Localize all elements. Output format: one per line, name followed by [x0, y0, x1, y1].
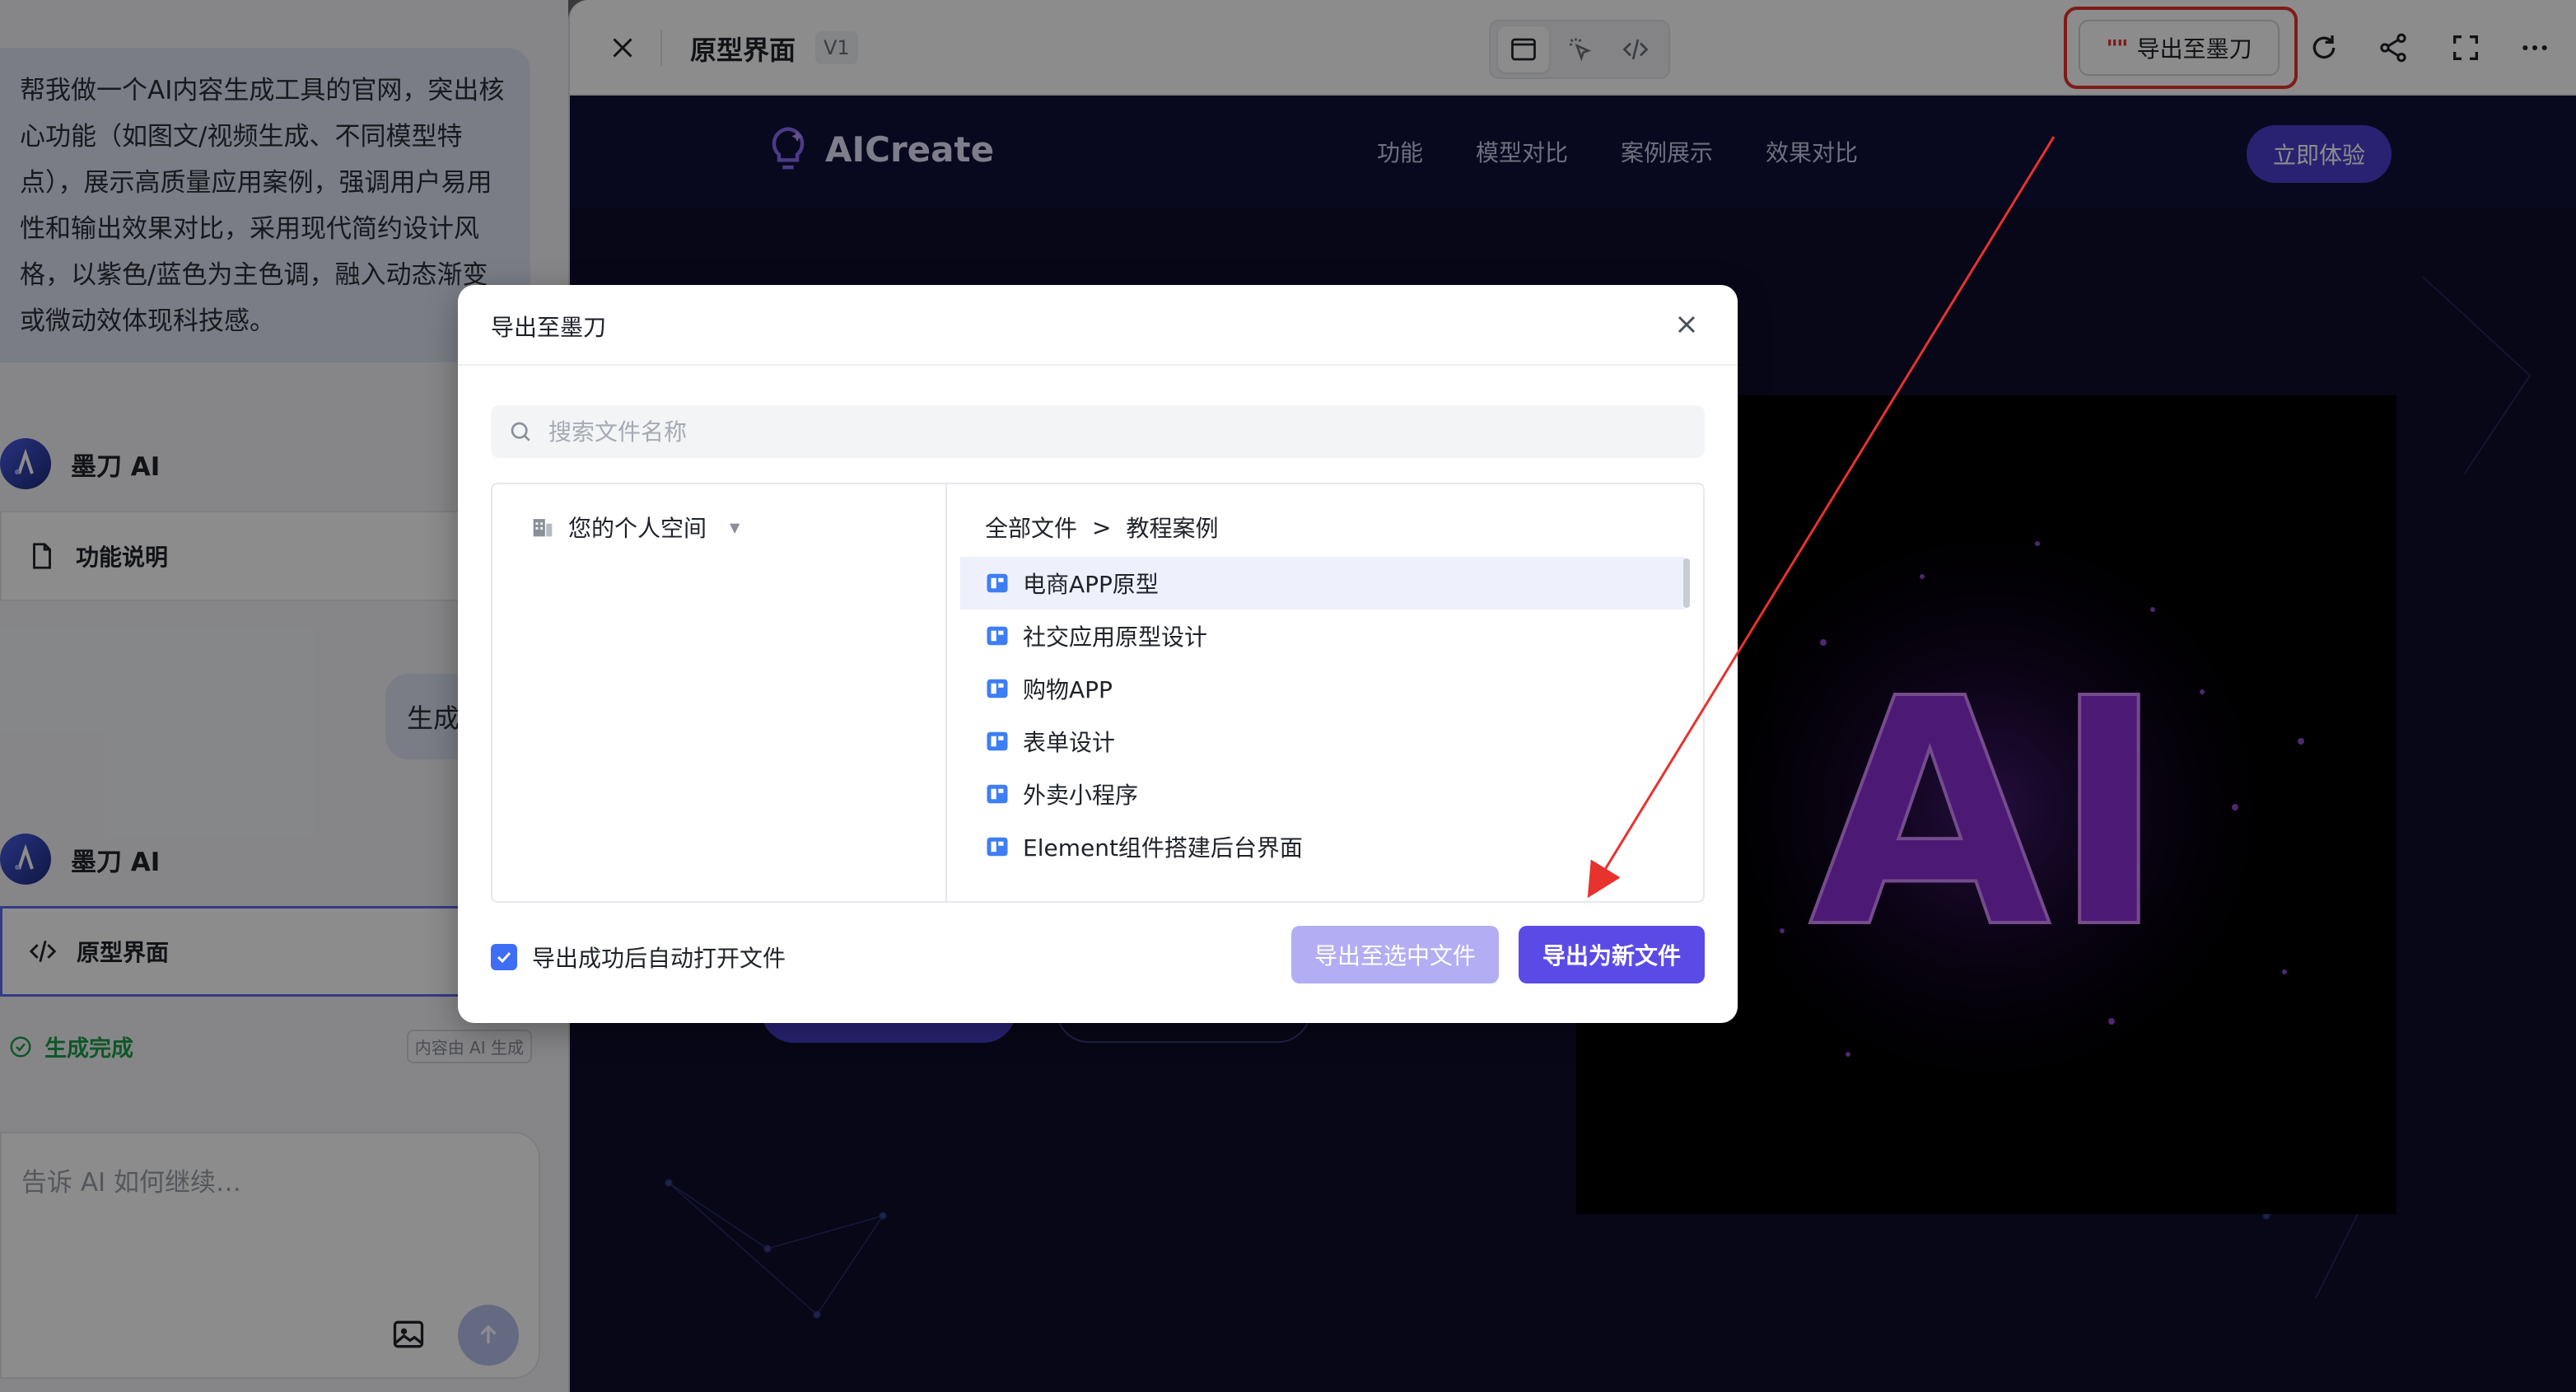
- building-icon: [533, 519, 553, 537]
- space-selector[interactable]: 您的个人空间 ▼: [529, 511, 740, 544]
- dialog-header: 导出至墨刀: [458, 285, 1738, 366]
- scrollbar-thumb[interactable]: [1683, 558, 1690, 608]
- file-search-input[interactable]: [548, 418, 1619, 446]
- export-as-new-button[interactable]: 导出为新文件: [1519, 926, 1705, 983]
- divider: [945, 484, 947, 901]
- prototype-file-icon: [987, 626, 1008, 646]
- file-browser: 您的个人空间 ▼ 全部文件 > 教程案例 电商APP原型 社交应用原型设计 购物…: [491, 483, 1705, 903]
- file-name: Element组件搭建后台界面: [1023, 834, 1303, 862]
- file-list: 电商APP原型 社交应用原型设计 购物APP 表单设计 外卖小程序 Elemen…: [960, 557, 1685, 873]
- file-search-box[interactable]: [491, 405, 1705, 458]
- prototype-file-icon: [987, 573, 1008, 593]
- breadcrumb: 全部文件 > 教程案例: [985, 511, 1219, 544]
- breadcrumb-current: 教程案例: [1126, 515, 1219, 542]
- prototype-file-icon: [987, 837, 1008, 857]
- search-icon: [511, 422, 530, 441]
- dialog-title: 导出至墨刀: [491, 314, 607, 341]
- chevron-right-icon: >: [1092, 513, 1112, 541]
- prototype-file-icon: [987, 679, 1008, 698]
- export-dialog: 导出至墨刀 您的个人空间 ▼ 全部文件 > 教程案例 电商APP原型 社交应用原…: [458, 285, 1738, 1023]
- close-icon[interactable]: [1672, 310, 1701, 339]
- file-name: 外卖小程序: [1023, 782, 1139, 809]
- export-to-selected-button[interactable]: 导出至选中文件: [1291, 926, 1499, 983]
- auto-open-option[interactable]: 导出成功后自动打开文件: [491, 941, 786, 974]
- file-name: 购物APP: [1023, 676, 1113, 703]
- file-name: 电商APP原型: [1023, 571, 1159, 598]
- file-item[interactable]: 购物APP: [960, 662, 1685, 715]
- auto-open-label: 导出成功后自动打开文件: [532, 945, 786, 972]
- file-name: 社交应用原型设计: [1023, 624, 1208, 651]
- file-item[interactable]: 社交应用原型设计: [960, 610, 1685, 662]
- file-item[interactable]: 电商APP原型: [960, 557, 1685, 610]
- auto-open-checkbox[interactable]: [491, 944, 517, 970]
- file-item[interactable]: Element组件搭建后台界面: [960, 820, 1685, 873]
- prototype-file-icon: [987, 784, 1008, 804]
- file-name: 表单设计: [1023, 729, 1116, 756]
- checkmark-icon: [497, 951, 511, 964]
- file-item[interactable]: 表单设计: [960, 715, 1685, 768]
- caret-down-icon: ▼: [730, 519, 740, 535]
- prototype-file-icon: [987, 731, 1008, 751]
- breadcrumb-root[interactable]: 全部文件: [985, 511, 1077, 544]
- space-label: 您的个人空间: [568, 515, 707, 542]
- file-item[interactable]: 外卖小程序: [960, 768, 1685, 820]
